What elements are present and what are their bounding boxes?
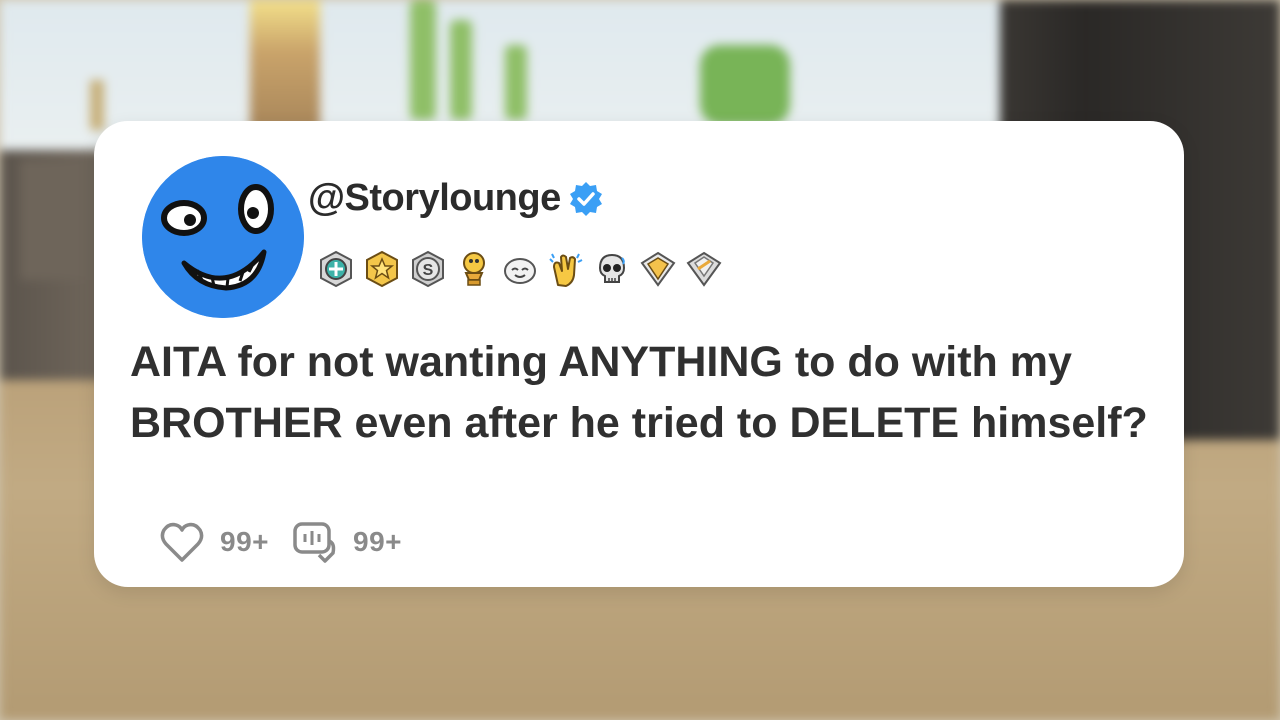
- avatar[interactable]: [142, 156, 304, 318]
- bamboo-plant: [450, 20, 472, 120]
- bush: [700, 45, 790, 125]
- author-handle[interactable]: @Storylounge: [308, 177, 561, 220]
- stone-block: [20, 160, 100, 280]
- bamboo-plant: [505, 45, 527, 120]
- post-actions: 99+ 99+: [158, 519, 424, 565]
- awards-row: S: [316, 249, 724, 289]
- author-row: @Storylounge: [308, 177, 605, 220]
- torch: [90, 80, 104, 130]
- skull-award-icon[interactable]: [592, 249, 632, 289]
- comment-icon[interactable]: [291, 519, 339, 565]
- clapping-hands-award-icon[interactable]: [546, 249, 586, 289]
- verified-badge-icon: [567, 180, 605, 218]
- likes-count: 99+: [220, 526, 269, 557]
- gold-trophy-award-icon[interactable]: [454, 249, 494, 289]
- comments-count: 99+: [353, 526, 402, 557]
- smiley-face-icon: [142, 156, 304, 318]
- bamboo-plant: [410, 0, 436, 120]
- diamond-award-icon[interactable]: [638, 249, 678, 289]
- helpful-award-icon[interactable]: [316, 249, 356, 289]
- post-title: AITA for not wanting ANYTHING to do with…: [130, 338, 1148, 447]
- platinum-award-icon[interactable]: [684, 249, 724, 289]
- post-card[interactable]: @Storylounge S AITA for not wanting ANYT…: [94, 121, 1184, 587]
- gold-star-award-icon[interactable]: [362, 249, 402, 289]
- wooden-post: [250, 0, 320, 130]
- svg-text:S: S: [423, 262, 434, 279]
- heart-icon[interactable]: [158, 519, 206, 565]
- silver-coin-award-icon[interactable]: S: [408, 249, 448, 289]
- wholesome-award-icon[interactable]: [500, 249, 540, 289]
